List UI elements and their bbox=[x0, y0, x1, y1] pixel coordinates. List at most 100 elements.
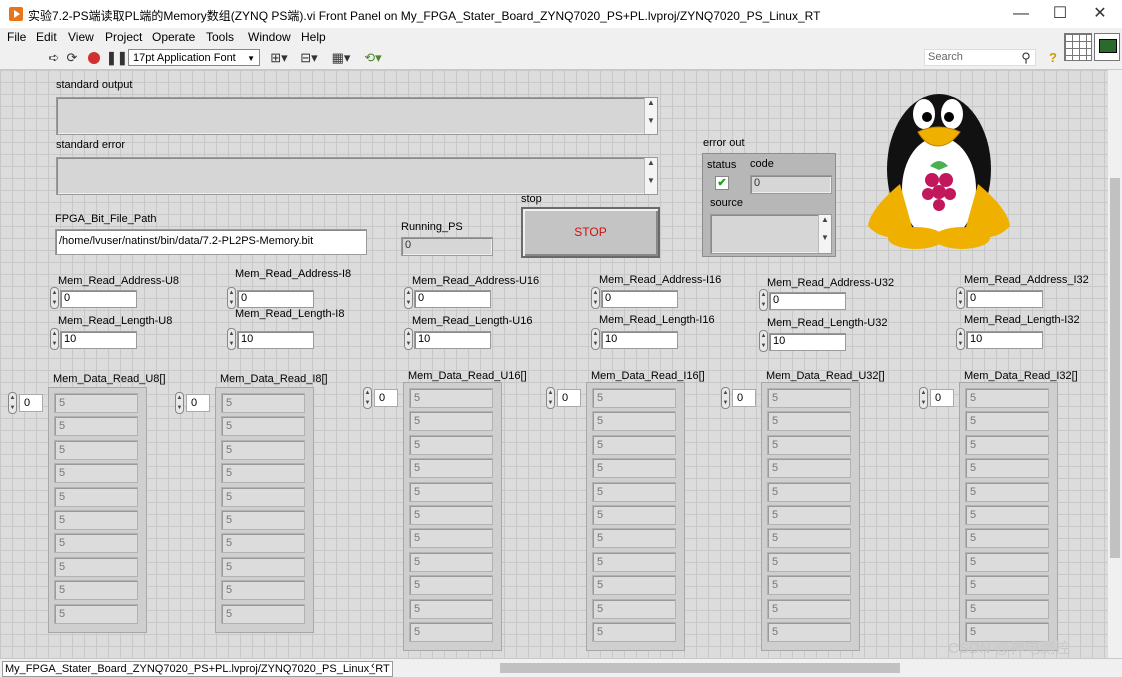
array-element: 5 bbox=[767, 481, 851, 502]
close-button[interactable]: ✕ bbox=[1080, 0, 1120, 28]
address-increment-decrement[interactable]: ▲ ▼ bbox=[50, 287, 59, 309]
array-element: 5 bbox=[409, 551, 493, 572]
length-increment-decrement[interactable]: ▲ ▼ bbox=[591, 328, 600, 350]
array-index-field[interactable]: 0 bbox=[186, 394, 210, 412]
length-increment-decrement[interactable]: ▲ ▼ bbox=[404, 328, 413, 350]
watermark-text: CSDN @神电测控 bbox=[948, 640, 1070, 657]
vertical-scrollbar[interactable] bbox=[1108, 70, 1122, 658]
title-bar: 实验7.2-PS端读取PL端的Memory数组(ZYNQ PS端).vi Fro… bbox=[0, 0, 1122, 28]
pause-icon[interactable]: ❚❚ bbox=[106, 50, 128, 66]
array-index-increment-decrement[interactable]: ▲ ▼ bbox=[919, 387, 928, 409]
array-index-field[interactable]: 0 bbox=[557, 389, 581, 407]
stop-button[interactable]: STOP bbox=[521, 207, 660, 258]
array-index-increment-decrement[interactable]: ▲ ▼ bbox=[175, 392, 184, 414]
connector-pane-icon[interactable] bbox=[1064, 33, 1092, 61]
mem-read-address-field[interactable]: 0 bbox=[769, 292, 846, 310]
address-increment-decrement[interactable]: ▲ ▼ bbox=[591, 287, 600, 309]
address-increment-decrement[interactable]: ▲ ▼ bbox=[404, 287, 413, 309]
distribute-objects-icon[interactable]: ⊟▾ bbox=[298, 50, 320, 66]
length-increment-decrement[interactable]: ▲ ▼ bbox=[227, 328, 236, 350]
array-element: 5 bbox=[965, 411, 1049, 432]
address-increment-decrement[interactable]: ▲ ▼ bbox=[956, 287, 965, 309]
array-element: 5 bbox=[221, 486, 305, 507]
menu-file[interactable]: File bbox=[7, 30, 26, 44]
mem-read-address-field[interactable]: 0 bbox=[237, 290, 314, 308]
mem-read-length-field[interactable]: 10 bbox=[237, 331, 314, 349]
mem-read-address-field[interactable]: 0 bbox=[414, 290, 491, 308]
mem-read-address-field[interactable]: 0 bbox=[60, 290, 137, 308]
mem-read-length-field[interactable]: 10 bbox=[769, 333, 846, 351]
menu-operate[interactable]: Operate bbox=[152, 30, 195, 44]
array-index-field[interactable]: 0 bbox=[19, 394, 43, 412]
error-status-label: status bbox=[707, 159, 737, 171]
mem-read-length-field[interactable]: 10 bbox=[414, 331, 491, 349]
run-arrow-icon[interactable]: ➪ bbox=[46, 50, 62, 66]
array-element: 5 bbox=[221, 533, 305, 554]
length-increment-decrement[interactable]: ▲ ▼ bbox=[956, 328, 965, 350]
length-increment-decrement[interactable]: ▲ ▼ bbox=[759, 330, 768, 352]
array-index-increment-decrement[interactable]: ▲ ▼ bbox=[363, 387, 372, 409]
horizontal-scrollbar[interactable] bbox=[380, 663, 1100, 673]
mem-read-length-label: Mem_Read_Length-U32 bbox=[767, 317, 888, 329]
search-icon[interactable]: ⚲ bbox=[1018, 50, 1034, 66]
standard-error-indicator: ▲ ▼ bbox=[56, 157, 658, 195]
font-selector[interactable]: 17pt Application Font ▼ bbox=[128, 49, 260, 66]
error-source-scrollbar[interactable]: ▲ ▼ bbox=[818, 215, 831, 253]
error-code-label: code bbox=[750, 158, 774, 170]
mem-data-read-array: 55555555555 bbox=[959, 382, 1058, 652]
length-increment-decrement[interactable]: ▲ ▼ bbox=[50, 328, 59, 350]
status-bar: My_FPGA_Stater_Board_ZYNQ7020_PS+PL.lvpr… bbox=[0, 640, 1122, 677]
menu-project[interactable]: Project bbox=[105, 30, 142, 44]
standard-error-scrollbar[interactable]: ▲ ▼ bbox=[644, 158, 657, 194]
fpga-path-field[interactable]: /home/lvuser/natinst/bin/data/7.2-PL2PS-… bbox=[55, 229, 367, 255]
array-element: 5 bbox=[409, 598, 493, 619]
address-increment-decrement[interactable]: ▲ ▼ bbox=[759, 289, 768, 311]
standard-output-indicator: ▲ ▼ bbox=[56, 97, 658, 135]
mem-read-address-field[interactable]: 0 bbox=[966, 290, 1043, 308]
menu-edit[interactable]: Edit bbox=[36, 30, 57, 44]
standard-output-scrollbar[interactable]: ▲ ▼ bbox=[644, 98, 657, 134]
array-index-increment-decrement[interactable]: ▲ ▼ bbox=[721, 387, 730, 409]
help-icon[interactable]: ? bbox=[1045, 50, 1061, 66]
mem-read-length-field[interactable]: 10 bbox=[601, 331, 678, 349]
array-element: 5 bbox=[767, 622, 851, 642]
array-index-field[interactable]: 0 bbox=[930, 389, 954, 407]
maximize-button[interactable]: ☐ bbox=[1040, 0, 1080, 28]
array-element: 5 bbox=[965, 481, 1049, 502]
reorder-icon[interactable]: ⟲▾ bbox=[362, 50, 384, 66]
array-element: 5 bbox=[592, 458, 676, 479]
align-objects-icon[interactable]: ⊞▾ bbox=[268, 50, 290, 66]
error-out-label: error out bbox=[703, 137, 745, 149]
array-index-increment-decrement[interactable]: ▲ ▼ bbox=[8, 392, 17, 414]
run-continuously-icon[interactable]: ⟳ bbox=[64, 50, 80, 66]
menu-bar: File Edit View Project Operate Tools Win… bbox=[0, 28, 1122, 47]
running-ps-indicator: 0 bbox=[401, 237, 493, 256]
vi-icon[interactable] bbox=[1094, 33, 1120, 61]
array-element: 5 bbox=[767, 458, 851, 479]
menu-window[interactable]: Window bbox=[248, 30, 291, 44]
horizontal-scrollbar-thumb[interactable] bbox=[500, 663, 900, 673]
scroll-left-icon[interactable]: ‹ bbox=[371, 660, 375, 672]
array-element: 5 bbox=[221, 556, 305, 577]
array-element: 5 bbox=[965, 458, 1049, 479]
mem-read-address-field[interactable]: 0 bbox=[601, 290, 678, 308]
menu-tools[interactable]: Tools bbox=[206, 30, 234, 44]
vertical-scrollbar-thumb[interactable] bbox=[1110, 178, 1120, 558]
running-ps-label: Running_PS bbox=[401, 221, 463, 233]
array-index-increment-decrement[interactable]: ▲ ▼ bbox=[546, 387, 555, 409]
minimize-button[interactable]: — bbox=[1001, 0, 1041, 28]
window-title: 实验7.2-PS端读取PL端的Memory数组(ZYNQ PS端).vi Fro… bbox=[28, 9, 821, 23]
mem-read-length-field[interactable]: 10 bbox=[60, 331, 137, 349]
standard-error-label: standard error bbox=[56, 139, 126, 151]
mem-read-length-label: Mem_Read_Length-I8 bbox=[235, 308, 345, 320]
array-element: 5 bbox=[409, 434, 493, 455]
array-index-field[interactable]: 0 bbox=[732, 389, 756, 407]
resize-objects-icon[interactable]: ▦▾ bbox=[330, 50, 352, 66]
array-index-field[interactable]: 0 bbox=[374, 389, 398, 407]
menu-view[interactable]: View bbox=[68, 30, 94, 44]
abort-icon[interactable] bbox=[86, 50, 102, 66]
mem-data-read-array-label: Mem_Data_Read_U16[] bbox=[408, 370, 527, 382]
menu-help[interactable]: Help bbox=[301, 30, 326, 44]
address-increment-decrement[interactable]: ▲ ▼ bbox=[227, 287, 236, 309]
mem-read-length-field[interactable]: 10 bbox=[966, 331, 1043, 349]
